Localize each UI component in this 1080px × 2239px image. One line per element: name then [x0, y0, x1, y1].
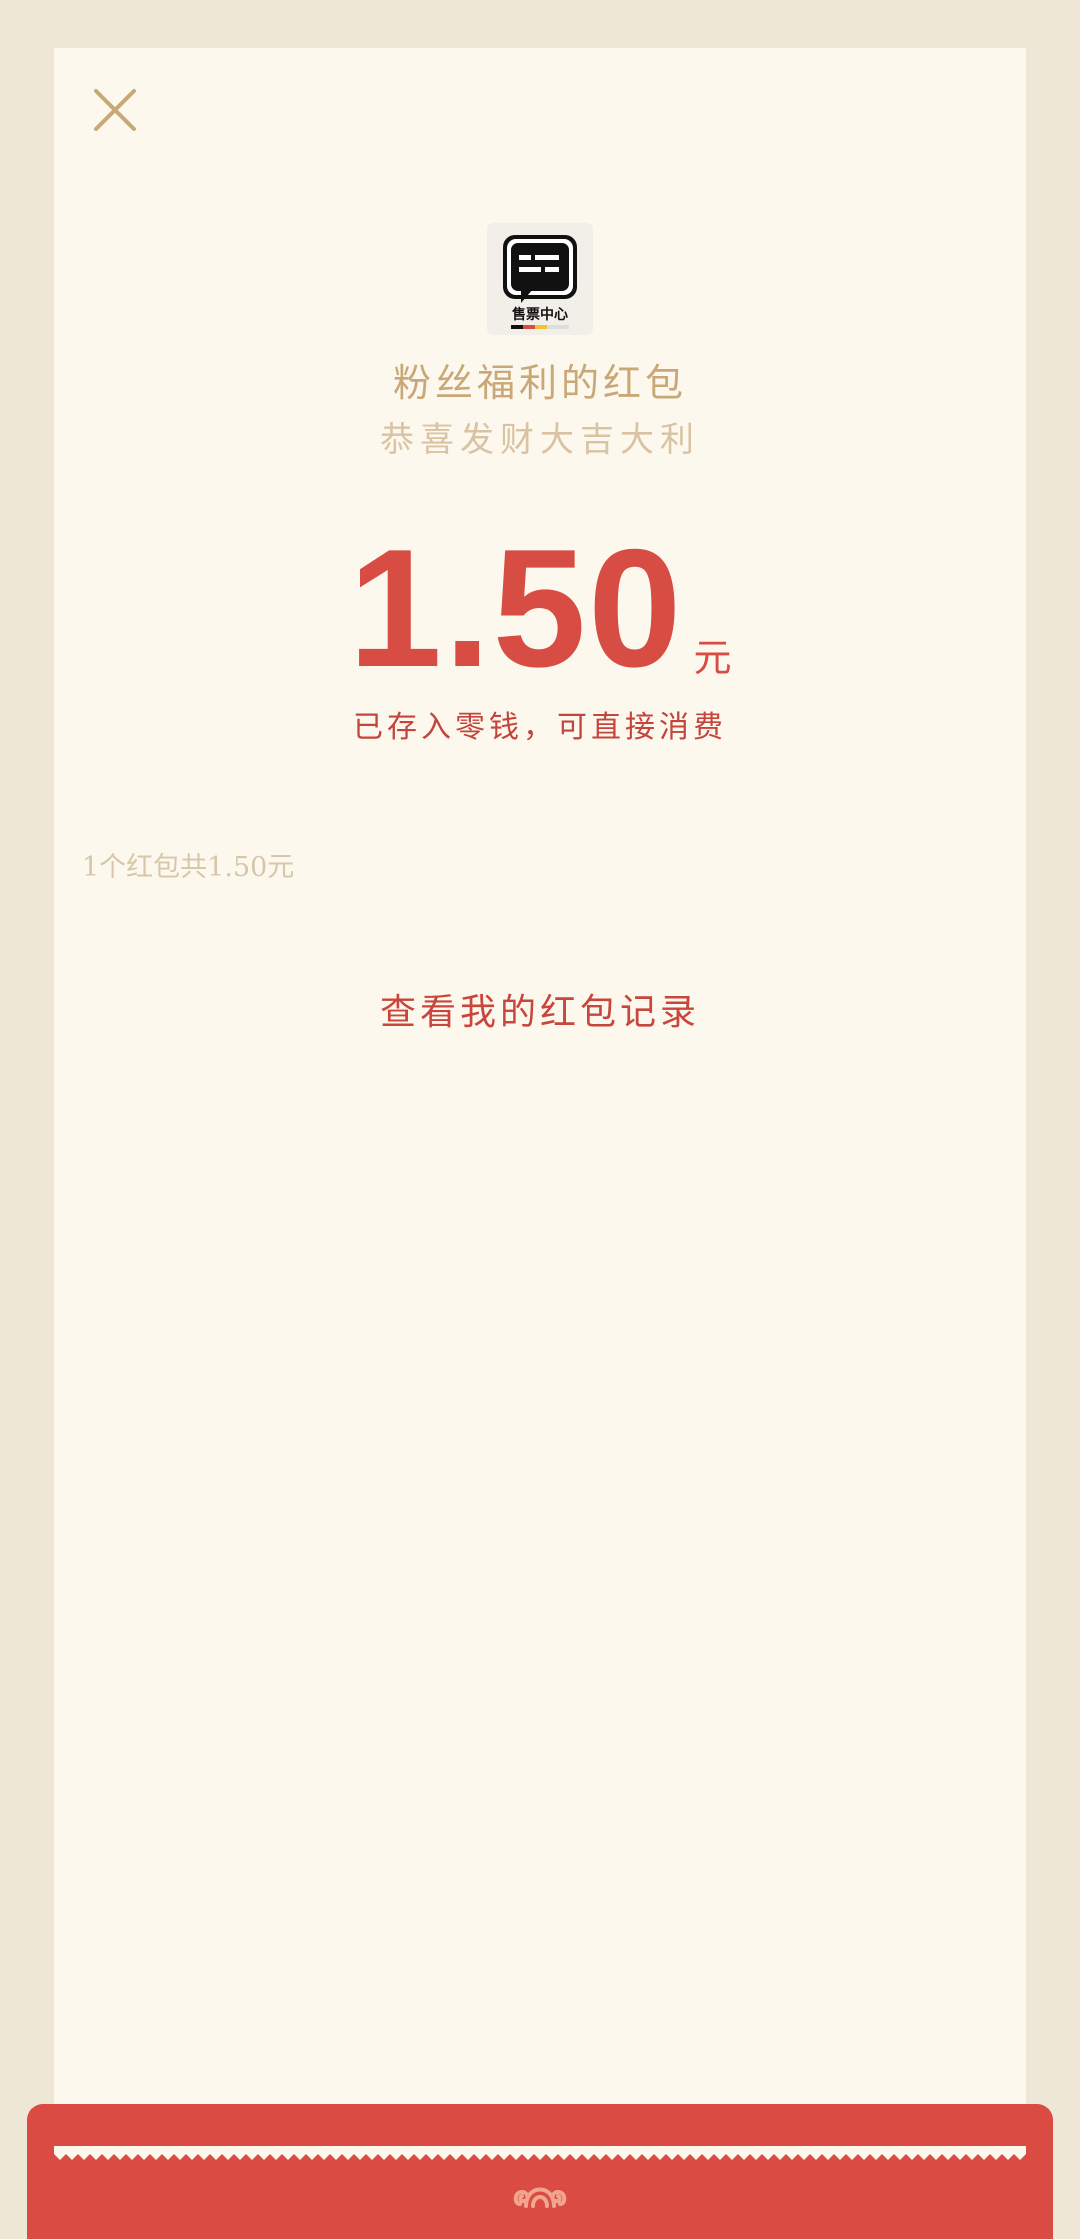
red-packet-detail-page: 售票中心 粉丝福利的红包 恭喜发财大吉大利 1.50 元 已存入零钱，可直接消费 … [0, 0, 1080, 2239]
view-history-link[interactable]: 查看我的红包记录 [0, 983, 1080, 1035]
greeting-text: 恭喜发财大吉大利 [380, 420, 700, 460]
cloud-swirl-icon [510, 2170, 570, 2220]
packet-summary: 1个红包共1.50元 [82, 852, 295, 883]
amount-unit: 元 [693, 636, 732, 680]
sender-avatar[interactable]: 售票中心 [487, 223, 593, 335]
close-button[interactable] [90, 85, 140, 135]
amount-value: 1.50 [348, 514, 684, 702]
logo-caption: 售票中心 [511, 306, 568, 323]
zigzag-edge [54, 2146, 1026, 2160]
deposit-note: 已存入零钱，可直接消费 [353, 710, 727, 745]
close-icon [94, 89, 136, 131]
sender-title: 粉丝福利的红包 [392, 361, 687, 405]
amount-row: 1.50 元 [0, 514, 1080, 702]
